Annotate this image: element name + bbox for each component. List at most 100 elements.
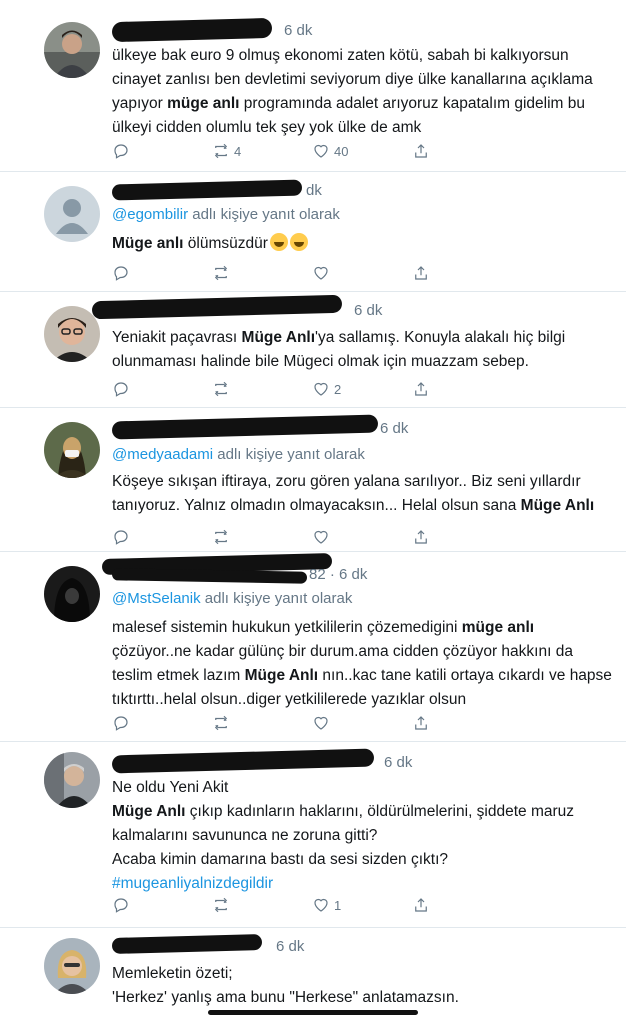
tweet[interactable]: dk @egombilir adlı kişiye yanıt olarak M… xyxy=(0,172,626,292)
home-indicator[interactable] xyxy=(208,1010,418,1015)
retweet-icon xyxy=(214,143,228,159)
reply-handle[interactable]: @medyaadami xyxy=(112,446,213,463)
redacted-name xyxy=(111,17,273,43)
like-button[interactable] xyxy=(312,712,330,734)
like-button[interactable] xyxy=(312,526,330,548)
share-button[interactable] xyxy=(412,262,430,284)
retweet-button[interactable] xyxy=(212,262,230,284)
tweet-actions xyxy=(112,262,442,284)
avatar[interactable] xyxy=(44,566,100,622)
retweet-icon xyxy=(214,897,228,913)
tweet-text: Memleketin özeti; 'Herkez' yanlış ama bu… xyxy=(112,965,459,1006)
share-icon xyxy=(415,144,427,158)
tweet[interactable]: 6 dk Ne oldu Yeni Akit Müge Anlı çıkıp k… xyxy=(0,742,626,928)
redacted-name xyxy=(111,568,308,584)
share-button[interactable] xyxy=(412,140,430,162)
reply-button[interactable] xyxy=(112,378,130,400)
share-icon xyxy=(415,716,427,730)
reply-button[interactable] xyxy=(112,262,130,284)
tweet-actions: 4 40 xyxy=(112,140,442,162)
like-count: 40 xyxy=(334,143,349,159)
redacted-name xyxy=(111,179,303,201)
tweet-text: malesef sistemin hukukun yetkililerin çö… xyxy=(112,619,612,708)
reply-icon xyxy=(114,530,128,545)
avatar[interactable] xyxy=(44,938,100,994)
retweet-button[interactable] xyxy=(212,378,230,400)
tweet-text: ülkeye bak euro 9 olmuş ekonomi zaten kö… xyxy=(112,47,593,136)
tweet-actions xyxy=(112,712,442,734)
tweet-header: 6 dk xyxy=(111,934,352,962)
laughing-emoji-icon xyxy=(289,233,308,251)
tweet-header: 6 dk xyxy=(111,414,422,444)
tweet[interactable]: 6 dk ülkeye bak euro 9 olmuş ekonomi zat… xyxy=(0,0,626,172)
retweet-count: 4 xyxy=(234,143,242,159)
redacted-name xyxy=(111,414,379,440)
tweet-header: dk xyxy=(111,179,342,206)
share-button[interactable] xyxy=(412,378,430,400)
laughing-emoji-icon xyxy=(269,233,288,251)
avatar[interactable] xyxy=(44,186,100,242)
redacted-name xyxy=(91,294,343,320)
tweet-time: 6 dk xyxy=(380,420,409,437)
avatar[interactable] xyxy=(44,306,100,362)
tweet[interactable]: 6 dk Memleketin özeti; 'Herkez' yanlış a… xyxy=(0,928,626,1023)
tweet-actions: 1 xyxy=(112,894,442,916)
like-button[interactable] xyxy=(312,262,330,284)
reply-icon xyxy=(114,898,128,913)
redacted-name xyxy=(111,934,263,954)
like-count: 1 xyxy=(334,897,342,913)
tweet[interactable]: 6 dk @medyaadami adlı kişiye yanıt olara… xyxy=(0,408,626,552)
retweet-icon xyxy=(214,265,228,281)
reply-button[interactable] xyxy=(112,526,130,548)
reply-context: @MstSelanik adlı kişiye yanıt olarak xyxy=(112,590,353,607)
retweet-button[interactable] xyxy=(212,894,230,916)
like-icon xyxy=(314,266,328,280)
tweet-header: 6 dk xyxy=(111,17,372,46)
tweet-text: Müge anlı ölümsüzdür xyxy=(112,232,612,256)
share-button[interactable] xyxy=(412,894,430,916)
reply-context: @medyaadami adlı kişiye yanıt olarak xyxy=(112,446,365,463)
reply-icon xyxy=(114,716,128,731)
tweet-text: Yeniakit paçavrası Müge Anlı'ya sallamış… xyxy=(112,329,566,370)
avatar[interactable] xyxy=(44,22,100,78)
reply-icon xyxy=(114,382,128,397)
tweet-actions: 2 xyxy=(112,378,442,400)
reply-button[interactable] xyxy=(112,712,130,734)
tweet-header: 82 · 6 dk xyxy=(101,552,392,590)
tweet-time: dk xyxy=(306,182,322,199)
tweet[interactable]: 82 · 6 dk @MstSelanik adlı kişiye yanıt … xyxy=(0,552,626,742)
reply-button[interactable] xyxy=(112,140,130,162)
tweet-header: 6 dk xyxy=(91,294,392,326)
retweet-button[interactable] xyxy=(212,712,230,734)
hashtag-link[interactable]: #mugeanliyalnizdegildir xyxy=(112,872,612,896)
tweet-time: 6 dk xyxy=(284,22,313,39)
like-icon xyxy=(314,530,328,544)
like-count: 2 xyxy=(334,381,342,397)
like-icon xyxy=(314,716,328,730)
tweet-text: Köşeye sıkışan iftiraya, zoru gören yala… xyxy=(112,473,595,514)
retweet-icon xyxy=(214,715,228,731)
share-button[interactable] xyxy=(412,712,430,734)
tweet[interactable]: 6 dk Yeniakit paçavrası Müge Anlı'ya sal… xyxy=(0,292,626,408)
like-button[interactable]: 40 xyxy=(312,140,348,162)
avatar[interactable] xyxy=(44,422,100,478)
retweet-button[interactable] xyxy=(212,526,230,548)
like-button[interactable]: 2 xyxy=(312,378,341,400)
reply-icon xyxy=(114,266,128,281)
share-icon xyxy=(415,382,427,396)
reply-handle[interactable]: @egombilir xyxy=(112,206,188,223)
redacted-name xyxy=(111,748,375,774)
tweet-header: 6 dk xyxy=(111,748,412,778)
reply-handle[interactable]: @MstSelanik xyxy=(112,590,201,607)
share-icon xyxy=(415,266,427,280)
avatar[interactable] xyxy=(44,752,100,808)
tweet-time: 82 · 6 dk xyxy=(309,566,368,583)
tweet-text: Ne oldu Yeni Akit Müge Anlı çıkıp kadınl… xyxy=(112,776,612,896)
reply-button[interactable] xyxy=(112,894,130,916)
retweet-icon xyxy=(214,381,228,397)
share-button[interactable] xyxy=(412,526,430,548)
retweet-button[interactable]: 4 xyxy=(212,140,241,162)
share-icon xyxy=(415,530,427,544)
like-button[interactable]: 1 xyxy=(312,894,341,916)
reply-icon xyxy=(114,144,128,159)
